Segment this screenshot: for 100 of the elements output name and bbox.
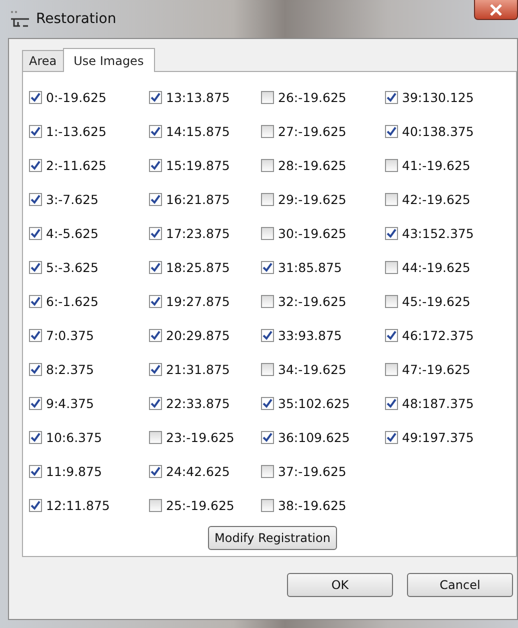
checkbox[interactable] [149, 124, 162, 138]
checkbox[interactable] [29, 124, 42, 138]
checkbox-label: 20:29.875 [166, 328, 230, 342]
checkbox-label: 23:-19.625 [166, 430, 234, 444]
checkbox[interactable] [385, 328, 398, 342]
close-icon [489, 4, 503, 16]
checkbox[interactable] [149, 396, 162, 410]
checkbox[interactable] [29, 362, 42, 376]
checkbox[interactable] [261, 226, 274, 240]
checkbox-label: 39:130.125 [402, 90, 474, 104]
checkbox[interactable] [149, 260, 162, 274]
checkbox[interactable] [385, 294, 398, 308]
checkbox[interactable] [29, 90, 42, 104]
checkbox[interactable] [29, 260, 42, 274]
checkbox-label: 0:-19.625 [46, 90, 106, 104]
checkbox[interactable] [261, 362, 274, 376]
close-button[interactable] [474, 0, 518, 20]
checkbox[interactable] [29, 226, 42, 240]
checkbox[interactable] [385, 430, 398, 444]
checkbox[interactable] [261, 294, 274, 308]
checkbox-label: 32:-19.625 [278, 294, 346, 308]
tab[interactable]: Area [22, 50, 64, 71]
checkbox[interactable] [261, 260, 274, 274]
checkbox-label: 25:-19.625 [166, 498, 234, 512]
checkbox-label: 42:-19.625 [402, 192, 470, 206]
checkbox[interactable] [385, 158, 398, 172]
checkbox-label: 33:93.875 [278, 328, 342, 342]
checkbox[interactable] [29, 192, 42, 206]
checkbox-label: 41:-19.625 [402, 158, 470, 172]
checkbox-label: 14:15.875 [166, 124, 230, 138]
checkbox-label: 48:187.375 [402, 396, 474, 410]
window-title: Restoration [36, 11, 116, 27]
checkbox[interactable] [149, 464, 162, 478]
checkbox[interactable] [261, 158, 274, 172]
checkbox[interactable] [385, 124, 398, 138]
checkbox[interactable] [149, 192, 162, 206]
checkbox[interactable] [149, 226, 162, 240]
checkbox-label: 29:-19.625 [278, 192, 346, 206]
checkbox[interactable] [29, 464, 42, 478]
dialog-button[interactable]: OK [287, 573, 393, 597]
checkbox[interactable] [261, 328, 274, 342]
checkbox-label: 17:23.875 [166, 226, 230, 240]
checkbox-label: 6:-1.625 [46, 294, 98, 308]
checkbox-label: 27:-19.625 [278, 124, 346, 138]
checkbox-label: 31:85.875 [278, 260, 342, 274]
checkbox[interactable] [385, 396, 398, 410]
checkbox[interactable] [29, 396, 42, 410]
checkbox[interactable] [385, 362, 398, 376]
checkbox-label: 49:197.375 [402, 430, 474, 444]
checkbox-label: 16:21.875 [166, 192, 230, 206]
checkbox-label: 5:-3.625 [46, 260, 98, 274]
checkbox[interactable] [385, 260, 398, 274]
checkbox[interactable] [261, 396, 274, 410]
checkbox[interactable] [29, 328, 42, 342]
checkbox[interactable] [149, 328, 162, 342]
checkbox[interactable] [261, 90, 274, 104]
checkbox[interactable] [149, 158, 162, 172]
checkbox-label: 40:138.375 [402, 124, 474, 138]
checkbox[interactable] [149, 498, 162, 512]
checkbox[interactable] [149, 430, 162, 444]
checkbox-label: 4:-5.625 [46, 226, 98, 240]
checkbox-label: 13:13.875 [166, 90, 230, 104]
checkbox-label: 8:2.375 [46, 362, 94, 376]
checkbox[interactable] [149, 294, 162, 308]
checkbox-label: 28:-19.625 [278, 158, 346, 172]
checkbox-label: 15:19.875 [166, 158, 230, 172]
checkbox-label: 10:6.375 [46, 430, 102, 444]
checkbox-label: 9:4.375 [46, 396, 94, 410]
checkbox-label: 47:-19.625 [402, 362, 470, 376]
checkbox[interactable] [29, 430, 42, 444]
checkbox-label: 37:-19.625 [278, 464, 346, 478]
checkbox-label: 3:-7.625 [46, 192, 98, 206]
checkbox[interactable] [385, 192, 398, 206]
checkbox[interactable] [261, 498, 274, 512]
checkbox-label: 2:-11.625 [46, 158, 106, 172]
checkbox-label: 26:-19.625 [278, 90, 346, 104]
checkbox-label: 7:0.375 [46, 328, 94, 342]
checkbox-label: 24:42.625 [166, 464, 230, 478]
checkbox-label: 22:33.875 [166, 396, 230, 410]
checkbox-label: 21:31.875 [166, 362, 230, 376]
checkbox[interactable] [261, 464, 274, 478]
dialog-button[interactable]: Cancel [407, 573, 513, 597]
checkbox[interactable] [261, 192, 274, 206]
app-icon [10, 10, 30, 28]
checkbox-label: 35:102.625 [278, 396, 350, 410]
checkbox-label: 18:25.875 [166, 260, 230, 274]
checkbox[interactable] [261, 124, 274, 138]
checkbox[interactable] [261, 430, 274, 444]
checkbox[interactable] [385, 90, 398, 104]
checkbox[interactable] [385, 226, 398, 240]
modify-registration-button[interactable]: Modify Registration [208, 526, 338, 550]
checkbox[interactable] [29, 158, 42, 172]
checkbox[interactable] [149, 90, 162, 104]
checkbox[interactable] [29, 294, 42, 308]
checkbox-label: 45:-19.625 [402, 294, 470, 308]
tab[interactable]: Use Images [62, 48, 155, 72]
checkbox-label: 43:152.375 [402, 226, 474, 240]
checkbox-label: 19:27.875 [166, 294, 230, 308]
checkbox[interactable] [29, 498, 42, 512]
checkbox[interactable] [149, 362, 162, 376]
